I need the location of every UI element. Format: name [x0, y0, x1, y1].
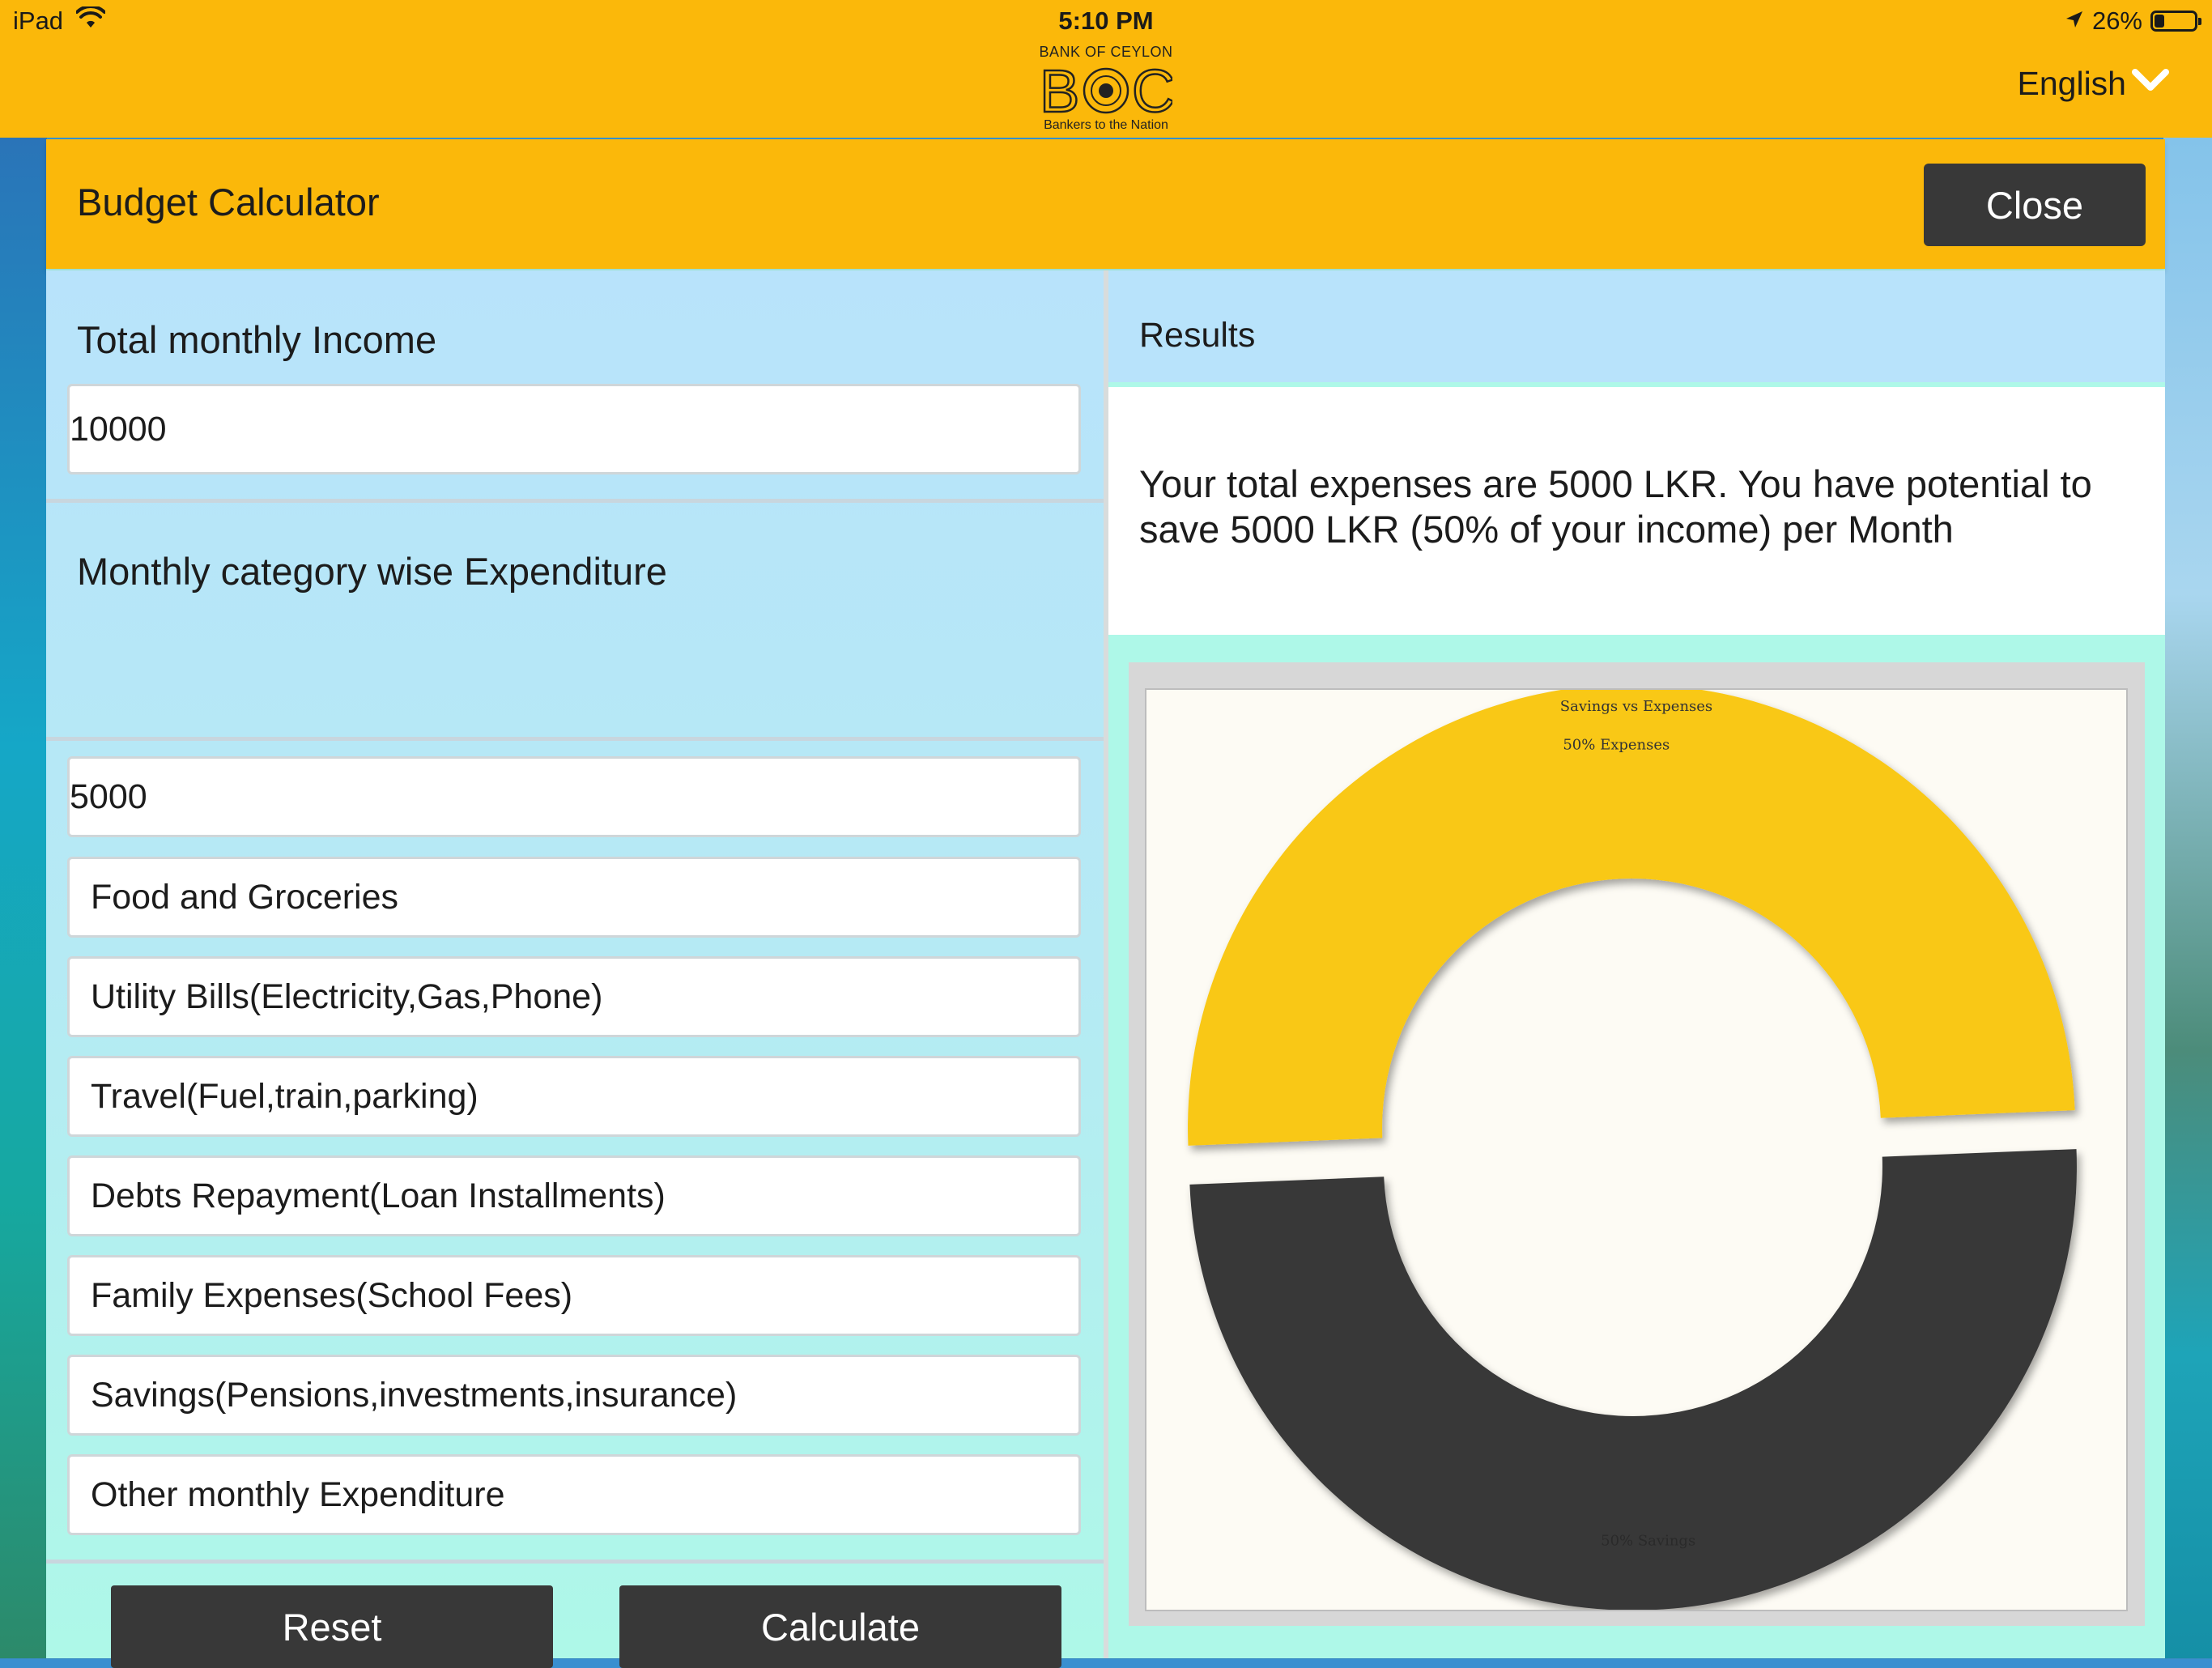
- results-message-box: Your total expenses are 5000 LKR. You ha…: [1108, 387, 2165, 635]
- income-input[interactable]: 10000: [67, 384, 1081, 474]
- category-utility-bills[interactable]: Utility Bills(Electricity,Gas,Phone): [67, 956, 1081, 1037]
- category-food-groceries[interactable]: Food and Groceries: [67, 857, 1081, 938]
- chart-title: Savings vs Expenses: [1559, 698, 1713, 715]
- income-label: Total monthly Income: [77, 318, 437, 361]
- background-scene-right: [2163, 138, 2212, 1658]
- svg-text:B: B: [1040, 63, 1079, 117]
- app-header: iPad 5:10 PM 26% BANK OF CEYLON B C Bank…: [0, 0, 2212, 138]
- battery-fill: [2155, 15, 2165, 28]
- language-selector[interactable]: English: [2018, 65, 2170, 103]
- section-divider: [46, 737, 1104, 741]
- results-message: Your total expenses are 5000 LKR. You ha…: [1139, 462, 2092, 551]
- donut-chart: 50% Expenses 50% Savings: [1188, 684, 2077, 1611]
- donut-slice-expenses: [1188, 684, 2075, 1146]
- donut-label-savings: 50% Savings: [1601, 1533, 1695, 1550]
- calculate-button[interactable]: Calculate: [619, 1585, 1061, 1668]
- modal-header: Budget Calculator Close: [46, 139, 2165, 269]
- status-time: 5:10 PM: [1058, 6, 1154, 35]
- close-button[interactable]: Close: [1924, 164, 2146, 246]
- donut-label-expenses: 50% Expenses: [1563, 736, 1670, 753]
- category-travel[interactable]: Travel(Fuel,train,parking): [67, 1056, 1081, 1137]
- budget-calculator-modal: Budget Calculator Close Total monthly In…: [46, 139, 2165, 1668]
- battery-icon: [2150, 11, 2201, 32]
- results-header: Results: [1108, 270, 2165, 382]
- boc-logo: BANK OF CEYLON B C Bankers to the Nation: [1038, 44, 1174, 133]
- section-divider: [46, 499, 1104, 503]
- expenditure-value: 5000: [70, 777, 147, 816]
- income-value: 10000: [70, 409, 167, 449]
- status-bar: iPad 5:10 PM 26%: [0, 4, 2212, 39]
- chart-area: Savings vs Expenses 50% Expenses 50% Savi…: [1146, 684, 2126, 1611]
- battery-percent: 26%: [2091, 6, 2142, 35]
- chevron-down-icon: [2131, 65, 2170, 103]
- section-divider: [46, 1559, 1104, 1564]
- results-label: Results: [1139, 316, 1256, 355]
- modal-title: Budget Calculator: [77, 181, 380, 223]
- logo-tagline: Bankers to the Nation: [1044, 118, 1168, 132]
- category-family-expenses[interactable]: Family Expenses(School Fees): [67, 1255, 1081, 1336]
- svg-text:C: C: [1132, 63, 1172, 117]
- logo-bank-name: BANK OF CEYLON: [1039, 44, 1173, 60]
- category-debts-repayment[interactable]: Debts Repayment(Loan Installments): [67, 1155, 1081, 1236]
- category-savings[interactable]: Savings(Pensions,investments,insurance): [67, 1355, 1081, 1436]
- chart-frame: Savings vs Expenses 50% Expenses 50% Savi…: [1129, 662, 2145, 1626]
- background-scene-left: [0, 138, 47, 1658]
- input-panel: Total monthly Income 10000 Monthly categ…: [46, 270, 1104, 1668]
- category-other-expenditure[interactable]: Other monthly Expenditure: [67, 1454, 1081, 1535]
- status-right: 26%: [2065, 6, 2201, 36]
- location-arrow-icon: [2065, 6, 2084, 36]
- results-panel: Results Your total expenses are 5000 LKR…: [1108, 270, 2165, 1658]
- logo-mark: B C: [1040, 63, 1172, 117]
- expenditure-input[interactable]: 5000: [67, 756, 1081, 837]
- language-label: English: [2017, 65, 2126, 102]
- reset-button[interactable]: Reset: [111, 1585, 553, 1668]
- expenditure-label: Monthly category wise Expenditure: [77, 550, 667, 593]
